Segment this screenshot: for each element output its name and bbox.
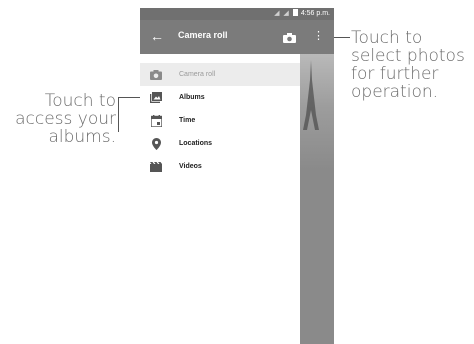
drawer-item-locations[interactable]: Locations: [140, 132, 300, 155]
camera-icon[interactable]: [283, 30, 296, 43]
drawer-item-camera-roll[interactable]: Camera roll: [140, 63, 300, 86]
drawer-item-videos[interactable]: Videos: [140, 155, 300, 178]
navigation-drawer: Camera roll Albums Time Locations Videos: [140, 54, 300, 344]
more-vert-icon[interactable]: ⋮: [313, 28, 324, 44]
status-time: 4:56 p.m.: [300, 10, 330, 17]
battery-icon: [292, 9, 298, 16]
drawer-item-label: Videos: [179, 163, 202, 170]
drawer-item-label: Camera roll: [179, 71, 216, 78]
eiffel-tower-image: [303, 60, 319, 130]
callout-line: Touch to: [351, 28, 423, 48]
callout-line: access your: [15, 109, 116, 129]
signal-icon: ◢ ◢: [274, 10, 290, 17]
drawer-item-label: Locations: [179, 140, 213, 147]
callout-line: albums.: [48, 127, 116, 147]
page-title: Camera roll: [178, 30, 228, 40]
drawer-item-time[interactable]: Time: [140, 109, 300, 132]
callout-albums: Touch to access your albums.: [0, 92, 116, 146]
callout-line: Touch to: [44, 91, 116, 111]
location-pin-icon: [150, 137, 162, 150]
callout-line: operation.: [351, 82, 439, 102]
drawer-item-label: Time: [179, 117, 196, 124]
callout-line: select photos: [351, 46, 465, 66]
app-bar: ← Camera roll ⋮: [140, 20, 334, 54]
camera-icon: [150, 69, 162, 81]
calendar-icon: [150, 114, 162, 127]
callout-line: for further: [351, 64, 439, 84]
callout-leader-left-stem: [118, 97, 119, 132]
drawer-item-label: Albums: [179, 94, 205, 101]
film-icon: [150, 161, 162, 173]
status-bar: ◢ ◢ 4:56 p.m.: [140, 8, 334, 20]
photo-album-icon: [150, 92, 162, 104]
arrow-back-icon[interactable]: ←: [149, 28, 165, 44]
phone-screen: ◢ ◢ 4:56 p.m. ← Camera roll ⋮ Camera roll…: [140, 8, 334, 344]
callout-select: Touch to select photos for further opera…: [351, 29, 474, 101]
drawer-item-albums[interactable]: Albums: [140, 86, 300, 109]
